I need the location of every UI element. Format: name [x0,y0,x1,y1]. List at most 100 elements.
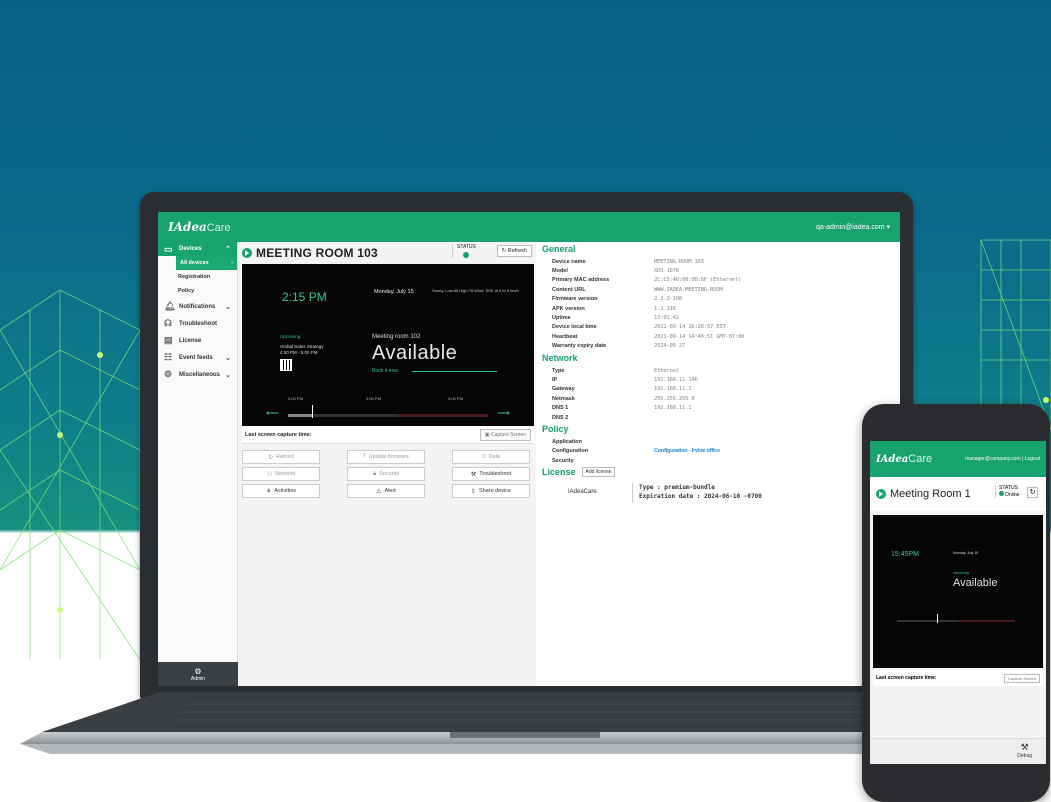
detail-row: Model XDS-1078 [542,266,900,275]
sidebar-item-all-devices[interactable]: All devices [176,256,237,270]
detail-value: XDS-1078 [654,268,679,275]
device-details: General Device name MEETING ROOM 103 Model… [536,242,900,686]
camera-icon: ▣ [484,431,490,438]
phone-capture-button[interactable]: Capture Screen [1003,673,1040,683]
detail-row: Content URL WWW.IADEA.MEETING.ROOM [542,285,900,294]
section-license-title: License [542,467,576,478]
phone-debug-tab[interactable]: ⚒ Debug [1017,742,1032,759]
detail-value: 2024-05-27 [654,343,686,350]
security-icon: 🔒︎ [372,470,377,477]
detail-value: 192.168.11.146 [654,376,698,383]
status-online-dot [463,252,470,258]
phone-user-menu[interactable]: manager@company.com | Logout [965,456,1040,462]
phone-app-logo[interactable]: IAdeaCare [876,453,932,465]
detail-key: Gateway [552,386,575,393]
device-actions: ↻ Reboot ⤒ Update firmware ≡ Data ⚇ Network 🔒︎ Se… [242,450,534,498]
preview-clock: 2:15 PM [282,290,327,304]
sidebar-item-event-feeds[interactable]: ☷ Event feeds ⌄ [158,349,237,366]
detail-key: Device name [552,258,586,265]
detail-row: APK version 1.1.116 [542,304,900,313]
sidebar-item-registration[interactable]: Registration [158,270,237,284]
sidebar-item-policy[interactable]: Policy [158,284,237,298]
certificate-icon: ▤ [164,335,173,345]
device-panel: MEETING ROOM 103 STATUS ↻ Refresh 2:15 P… [242,242,534,686]
detail-row: Configuration Configuration - Irvine offi… [542,447,900,456]
detail-row: DNS 2 [542,413,900,422]
action-share-device-button[interactable]: ⇪ Share device [452,484,530,498]
chevron-down-icon: ⌄ [225,303,231,311]
preview-upcoming-time: 4:00 PM - 5:00 PM [280,350,318,355]
sidebar-item-devices[interactable]: ▭ Devices ⌃ [158,242,237,256]
detail-key: Heartbeat [552,333,578,340]
arrow-left-icon: ⟵ [266,408,279,418]
capture-screen-button[interactable]: ▣ Capture Screen [479,428,531,441]
sidebar-item-troubleshoot[interactable]: ☊ Troubleshoot [158,315,237,332]
detail-row: DNS 1 192.168.11.1 [542,403,900,412]
detail-value: 192.168.11.1 [654,405,692,412]
action-security-button[interactable]: 🔒︎ Security [347,467,425,481]
phone-refresh-button[interactable]: ↻ [1027,487,1038,498]
network-list: Type Ethernet IP 192.168.11.146 Gateway 192.1… [542,366,900,422]
preview-timeline [288,414,488,417]
action-troubleshoot-button[interactable]: ⚒ Troubleshoot [452,467,530,481]
preview-upcoming-title: Global Sales Strategy [280,344,324,349]
troubleshoot-icon: ⚒ [470,471,477,478]
sidebar-item-license[interactable]: ▤ License [158,332,237,349]
action-update-firmware-button[interactable]: ⤒ Update firmware [347,450,425,464]
detail-key: Uptime [552,315,571,322]
action-reboot-button[interactable]: ↻ Reboot [242,450,320,464]
detail-row: Firmware version 2.2.2-108 [542,295,900,304]
detail-row: Security [542,456,900,465]
action-activities-button[interactable]: ⚘ Activities [242,484,320,498]
detail-key: IP [552,376,558,383]
detail-key: APK version [552,305,585,312]
detail-key: Warranty expiry date [552,343,607,350]
preview-book-line [412,371,497,372]
app-logo[interactable]: IAdeaCare [168,220,231,234]
section-network-title: Network [542,352,578,363]
laptop-screen: IAdeaCare qa-admin@iadea.com ▾ ▭ Devices… [158,212,900,686]
admin-button[interactable]: ⚙ Admin [158,662,238,686]
preview-now-marker [312,405,313,418]
preview-availability: Available [372,342,458,364]
phone-play-status-icon [876,489,886,499]
add-license-button[interactable]: Add license [581,467,616,478]
phone-device-header: Meeting Room 1 STATUS Online ↻ [870,477,1046,511]
detail-value: 2.2.2-108 [654,296,683,303]
detail-value: Ethernet [654,367,679,374]
phone-preview-timeline [897,620,1015,622]
phone-preview-availability: Available [953,577,998,589]
configuration-link[interactable]: Configuration - Irvine office [654,448,720,454]
detail-row: Warranty expiry date 2024-05-27 [542,342,900,351]
chevron-up-icon: ⌃ [225,246,231,253]
detail-value: 2021-09-14 16:28:57 EST [654,324,726,331]
detail-row: Device name MEETING ROOM 103 [542,257,900,266]
status-indicator: STATUS [452,244,476,258]
phone-preview-upcoming: Upcoming [953,571,969,575]
app-topbar: IAdeaCare qa-admin@iadea.com ▾ [158,212,900,242]
sidebar-item-miscellaneous[interactable]: ⚙ Miscellaneous ⌄ [158,366,237,383]
preview-weather: Sunny, Low:65 High:78 Wind: SSE at 6 to … [432,288,519,293]
license-info: Type : premium-bundle Expiration date : … [632,483,762,504]
preview-upcoming-label: Upcoming [280,334,301,339]
chevron-down-icon: ⌄ [225,371,231,379]
device-header: MEETING ROOM 103 STATUS ↻ Refresh [242,242,534,264]
qr-code-icon [280,359,292,371]
action-alert-button[interactable]: ⚠ Alert [347,484,425,498]
detail-key: DNS 1 [552,405,569,412]
wireframe-building-right [980,239,1051,430]
phone-screen: IAdeaCare manager@company.com | Logout M… [870,441,1046,764]
detail-row: Type Ethernet [542,366,900,375]
phone-capture-row: Last screen capture time: Capture Screen [873,670,1043,686]
action-data-button[interactable]: ≡ Data [452,450,530,464]
refresh-button[interactable]: ↻ Refresh [496,245,532,257]
user-menu[interactable]: qa-admin@iadea.com ▾ [816,223,890,231]
license-header: License Add license [542,465,900,479]
sidebar-item-notifications[interactable]: 🔔︎ Notifications ⌄ [158,298,237,315]
action-network-button[interactable]: ⚇ Network [242,467,320,481]
detail-value: 13:01:42 [654,315,679,322]
license-row: IAdeaCare Type : premium-bundle Expirati… [542,483,900,504]
detail-key: Device local time [552,324,597,331]
section-policy-title: Policy [542,424,569,435]
detail-key: Configuration [552,448,589,455]
